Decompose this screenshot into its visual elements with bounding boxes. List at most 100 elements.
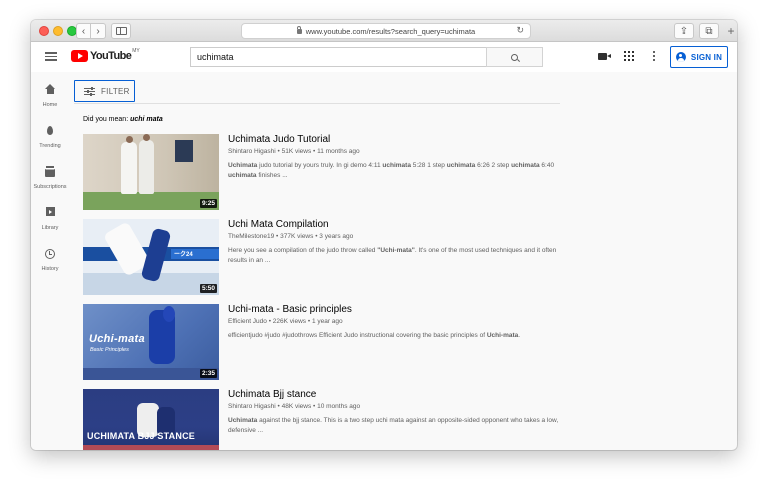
account-icon bbox=[675, 52, 686, 62]
channel-name[interactable]: Shintaro Higashi bbox=[228, 148, 276, 155]
guide-item-library[interactable]: Library bbox=[31, 207, 69, 243]
guide-item-home[interactable]: Home bbox=[31, 84, 69, 120]
logo-text: YouTube bbox=[90, 50, 132, 62]
video-meta: Uchi-mata - Basic principles Efficient J… bbox=[228, 304, 563, 341]
video-byline: Efficient Judo • 226K views • 1 year ago bbox=[228, 318, 343, 325]
browser-window: ‹ › www.youtube.com/results?search_query… bbox=[31, 20, 737, 450]
view-count: 48K views bbox=[281, 403, 312, 410]
library-icon bbox=[44, 207, 56, 219]
upload-age: 3 years ago bbox=[319, 233, 354, 240]
guide-label: Subscriptions bbox=[33, 184, 67, 190]
guide-item-trending[interactable]: Trending bbox=[31, 125, 69, 161]
video-result[interactable]: 9:25 Uchimata Judo Tutorial Shintaro Hig… bbox=[83, 134, 563, 210]
video-thumbnail[interactable]: Uchi-mata Basic Principles 2:35 bbox=[83, 304, 219, 380]
address-bar-url: www.youtube.com/results?search_query=uch… bbox=[305, 26, 476, 36]
youtube-play-icon bbox=[71, 50, 88, 62]
video-duration: 5:50 bbox=[199, 284, 217, 293]
did-you-mean-prefix: Did you mean: bbox=[83, 116, 129, 123]
address-bar[interactable]: www.youtube.com/results?search_query=uch… bbox=[241, 23, 531, 39]
back-button[interactable]: ‹ bbox=[76, 23, 91, 39]
sidebar-icon bbox=[115, 27, 127, 35]
guide-item-history[interactable]: History bbox=[31, 248, 69, 284]
thumbnail-subtitle-text: Basic Principles bbox=[90, 347, 129, 353]
video-result[interactable]: Uchi-mata Basic Principles 2:35 Uchi-mat… bbox=[83, 304, 563, 380]
subscriptions-icon bbox=[44, 166, 56, 178]
more-options-icon[interactable] bbox=[653, 51, 655, 61]
video-thumbnail[interactable]: ーク24 5:50 bbox=[83, 219, 219, 295]
video-thumbnail[interactable]: 9:25 bbox=[83, 134, 219, 210]
region-code: MY bbox=[132, 48, 140, 54]
trending-icon bbox=[44, 125, 56, 137]
upload-age: 1 year ago bbox=[311, 318, 343, 325]
thumbnail-banner-text: ーク24 bbox=[171, 249, 219, 259]
channel-name[interactable]: Shintaro Higashi bbox=[228, 403, 276, 410]
guide-label: Library bbox=[41, 225, 59, 231]
video-duration: 2:35 bbox=[199, 369, 217, 378]
sign-in-label: SIGN IN bbox=[690, 52, 723, 62]
video-title[interactable]: Uchimata Judo Tutorial bbox=[228, 134, 563, 145]
thumbnail-title-text: UCHIMATA BJJ STANCE bbox=[87, 431, 195, 441]
forward-button[interactable]: › bbox=[91, 23, 106, 39]
video-duration: 9:25 bbox=[199, 199, 217, 208]
search-input[interactable] bbox=[190, 47, 486, 67]
video-meta: Uchimata Judo Tutorial Shintaro Higashi … bbox=[228, 134, 563, 181]
show-tabs-button[interactable]: ⧉ bbox=[699, 23, 719, 39]
video-meta: Uchi Mata Compilation TheMilestone19 • 3… bbox=[228, 219, 563, 266]
view-count: 377K views bbox=[280, 233, 314, 240]
video-meta: Uchimata Bjj stance Shintaro Higashi • 4… bbox=[228, 389, 563, 436]
video-title[interactable]: Uchimata Bjj stance bbox=[228, 389, 563, 400]
video-description: Uchimata judo tutorial by yours truly. I… bbox=[228, 162, 555, 179]
home-icon bbox=[44, 84, 56, 96]
filter-sliders-icon bbox=[84, 87, 95, 96]
upload-age: 10 months ago bbox=[317, 403, 361, 410]
view-count: 51K views bbox=[281, 148, 312, 155]
new-tab-button[interactable]: + bbox=[724, 23, 737, 39]
channel-name[interactable]: Efficient Judo bbox=[228, 318, 267, 325]
filter-button[interactable]: FILTER bbox=[74, 80, 135, 102]
divider bbox=[74, 103, 560, 104]
thumbnail-title-text: Uchi-mata bbox=[89, 333, 145, 345]
lock-icon bbox=[296, 25, 302, 34]
youtube-logo[interactable]: YouTube MY bbox=[71, 48, 140, 62]
video-title[interactable]: Uchi-mata - Basic principles bbox=[228, 304, 563, 315]
filter-label: FILTER bbox=[101, 86, 130, 96]
chevron-right-icon: › bbox=[96, 25, 100, 37]
plus-icon: + bbox=[727, 24, 735, 38]
channel-name[interactable]: TheMilestone19 bbox=[228, 233, 274, 240]
chevron-left-icon: ‹ bbox=[81, 25, 86, 37]
search-icon bbox=[511, 53, 518, 61]
sign-in-button[interactable]: SIGN IN bbox=[670, 46, 728, 68]
video-thumbnail[interactable]: UCHIMATA BJJ STANCE bbox=[83, 389, 219, 450]
video-result[interactable]: ーク24 5:50 Uchi Mata Compilation TheMiles… bbox=[83, 219, 563, 295]
guide-sidebar: Home Trending Subscriptions Library Hist… bbox=[31, 72, 69, 450]
video-byline: Shintaro Higashi • 48K views • 10 months… bbox=[228, 403, 361, 410]
search-button[interactable] bbox=[486, 47, 543, 67]
hamburger-menu-icon[interactable] bbox=[45, 52, 57, 61]
upload-age: 11 months ago bbox=[317, 148, 360, 155]
browser-toolbar: ‹ › www.youtube.com/results?search_query… bbox=[31, 20, 737, 42]
video-title[interactable]: Uchi Mata Compilation bbox=[228, 219, 563, 230]
history-icon bbox=[44, 248, 56, 260]
video-byline: Shintaro Higashi • 51K views • 11 months… bbox=[228, 148, 360, 155]
video-result[interactable]: UCHIMATA BJJ STANCE Uchimata Bjj stance … bbox=[83, 389, 563, 450]
reload-icon[interactable]: ↻ bbox=[516, 25, 524, 36]
did-you-mean: Did you mean: uchi mata bbox=[83, 116, 163, 123]
guide-label: Trending bbox=[39, 143, 61, 149]
guide-item-subscriptions[interactable]: Subscriptions bbox=[31, 166, 69, 202]
create-video-icon[interactable] bbox=[598, 53, 611, 60]
sidebar-toggle-button[interactable] bbox=[111, 23, 131, 39]
video-description: Uchimata against the bjj stance. This is… bbox=[228, 417, 559, 434]
video-description: Here you see a compilation of the judo t… bbox=[228, 247, 557, 264]
close-window-button[interactable] bbox=[39, 26, 49, 36]
video-byline: TheMilestone19 • 377K views • 3 years ag… bbox=[228, 233, 354, 240]
guide-label: History bbox=[41, 266, 59, 272]
share-button[interactable]: ⇪ bbox=[674, 23, 694, 39]
apps-grid-icon[interactable] bbox=[624, 51, 634, 61]
masthead: YouTube MY SIGN IN bbox=[31, 42, 737, 72]
did-you-mean-suggestion-link[interactable]: uchi mata bbox=[130, 116, 163, 123]
share-icon: ⇪ bbox=[679, 25, 689, 37]
guide-label: Home bbox=[42, 102, 58, 108]
tabs-icon: ⧉ bbox=[705, 25, 713, 37]
minimize-window-button[interactable] bbox=[53, 26, 63, 36]
video-description: efficientjudo #judo #judothrows Efficien… bbox=[228, 332, 521, 339]
